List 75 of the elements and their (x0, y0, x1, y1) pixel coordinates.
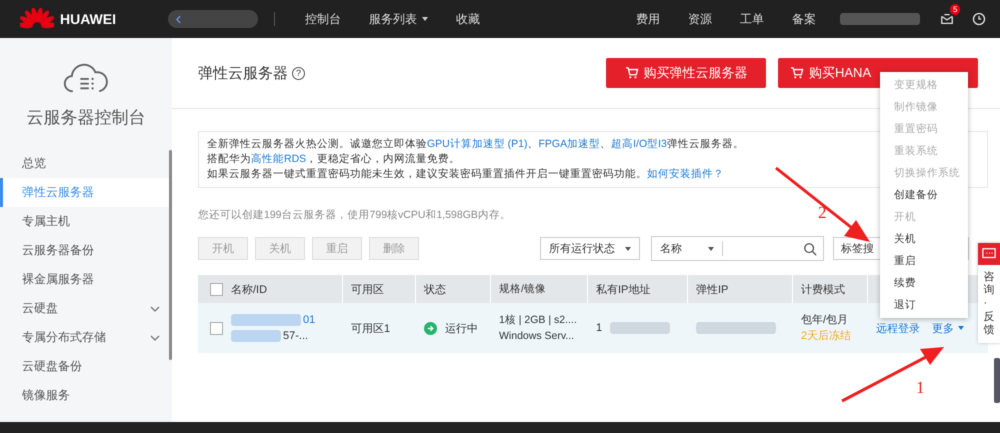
scrollbar[interactable] (169, 150, 172, 360)
blurred-text (231, 314, 301, 326)
logo-text[interactable]: HUAWEI (60, 11, 116, 27)
column-header: 计费模式 (801, 282, 845, 296)
table-cell-text: Windows Serv... (499, 329, 576, 343)
feedback-tab[interactable]: 咨询·反馈 (978, 243, 1000, 343)
cart-icon (624, 67, 638, 79)
quota-text: 您还可以创建199台云服务器，使用799核vCPU和1,598GB内存。 (198, 208, 511, 222)
cloud-server-icon (63, 62, 109, 94)
sidebar-item[interactable]: 云服务器备份 (0, 236, 172, 265)
help-icon[interactable]: ? (292, 66, 305, 80)
chevron-left-icon[interactable] (176, 14, 181, 24)
menu-item[interactable]: 续费 (880, 272, 968, 294)
chevron-down-icon[interactable] (150, 334, 160, 340)
notice-link[interactable]: FPGA加速型 (538, 138, 600, 150)
server-name[interactable]: 01 (303, 313, 316, 327)
nav-link[interactable]: 服务列表 (355, 10, 442, 28)
annotation-number: 1 (916, 378, 924, 398)
notice-link[interactable]: GPU计算加速型 (P1) (427, 138, 528, 150)
expiry-warning: 2天后冻结 (801, 329, 852, 343)
nav-link[interactable]: 收藏 (442, 10, 494, 28)
blurred-text (231, 330, 281, 342)
menu-item[interactable]: 退订 (880, 294, 968, 316)
cart-icon (790, 67, 804, 79)
page-title: 弹性云服务器 (198, 64, 288, 82)
message-badge: 5 (950, 4, 960, 15)
sidebar-item[interactable]: 云硬盘 (0, 294, 172, 323)
annotation-number: 2 (818, 203, 826, 223)
nav-link[interactable]: 备案 (778, 10, 830, 28)
nav-link[interactable]: 费用 (622, 10, 674, 28)
checkbox[interactable] (210, 282, 223, 296)
sidebar-item[interactable]: 专属主机 (0, 207, 172, 236)
search-icon[interactable] (803, 242, 817, 256)
chevron-down-icon[interactable] (150, 306, 160, 312)
column-header: 私有IP地址 (596, 282, 650, 296)
column-header: 规格/镜像 (499, 282, 546, 296)
status-text: 运行中 (445, 322, 478, 336)
sidebar-item[interactable]: 镜像服务 (0, 381, 172, 410)
search-box[interactable]: 名称 (651, 236, 824, 261)
table-cell: 1 (596, 322, 602, 334)
notice-link[interactable]: 超高I/O型I3 (611, 138, 667, 150)
notice-link[interactable]: 高性能RDS (251, 153, 306, 165)
more-link[interactable]: 更多 (932, 320, 964, 336)
nav-link[interactable]: 工单 (726, 10, 778, 28)
server-id: 57-... (283, 329, 308, 343)
menu-item[interactable]: 重启 (880, 250, 968, 272)
column-header: 状态 (424, 282, 446, 296)
sidebar-item[interactable]: 裸金属服务器 (0, 265, 172, 294)
table-cell: 1核 | 2GB | s2.... (499, 313, 577, 327)
notice-link[interactable]: 如何安装插件？ (647, 168, 724, 180)
console-title: 云服务器控制台 (26, 107, 146, 129)
column-header: 可用区 (351, 282, 384, 296)
sidebar-item[interactable]: 云硬盘备份 (0, 352, 172, 381)
meter-widget (994, 358, 1000, 403)
buy-button[interactable]: 购买弹性云服务器 (606, 58, 766, 88)
flower-logo-icon (20, 8, 54, 30)
blurred-text (610, 322, 670, 334)
mail-icon[interactable] (940, 12, 954, 26)
checkbox[interactable] (210, 322, 223, 334)
nav-link[interactable]: 控制台 (291, 10, 355, 28)
remote-login-link[interactable]: 远程登录 (876, 320, 920, 336)
clock-icon[interactable] (972, 12, 986, 26)
menu-item[interactable]: 关机 (880, 228, 968, 250)
column-header: 弹性IP (696, 282, 728, 296)
notice-text: 全新弹性云服务器火热公测。诚邀您立即体验GPU计算加速型 (P1)、FPGA加速型、超高I/O型I3弹性云服务器。 (207, 137, 744, 152)
nav-link[interactable]: 资源 (674, 10, 726, 28)
sidebar-item[interactable]: 专属分布式存储 (0, 323, 172, 352)
notice-text: 搭配华为高性能RDS，更稳定省心，内网流量免费。 (207, 152, 460, 167)
notice-text: 如果云服务器一键式重置密码功能未生效，建议安装密码重置插件开启一键重置密码功能。如何安装插件？ (207, 167, 724, 182)
billing-mode: 包年/包月 (801, 313, 850, 327)
table-cell-text: 可用区1 (351, 322, 390, 336)
menu-item[interactable]: 创建备份 (880, 184, 968, 206)
status-dropdown[interactable]: 所有运行状态 (540, 237, 640, 260)
column-header: 名称/ID (231, 282, 268, 296)
sidebar-item[interactable]: 总览 (0, 149, 172, 178)
